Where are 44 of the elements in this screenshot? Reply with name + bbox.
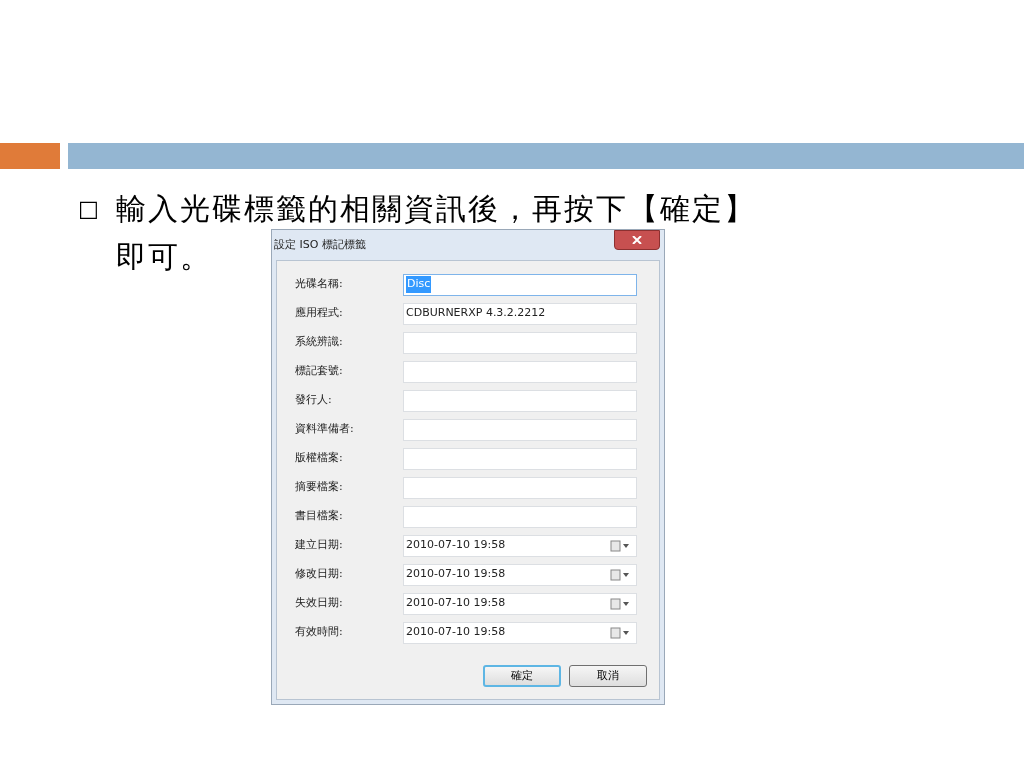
- calendar-dropdown-icon[interactable]: [610, 568, 632, 581]
- close-icon: [632, 236, 642, 244]
- bullet-marker: □: [78, 195, 100, 223]
- bullet-text: 輸入光碟標籤的相關資訊後，再按下【確定】: [116, 190, 756, 228]
- input-field[interactable]: [403, 360, 637, 383]
- input-field[interactable]: [403, 505, 637, 528]
- field-value: 2010-07-10 19:58: [406, 538, 506, 552]
- field-label: 建立日期:: [294, 537, 344, 554]
- input-field[interactable]: [403, 476, 637, 499]
- field-label: 資料準備者:: [294, 421, 355, 438]
- field-value: 2010-07-10 19:58: [406, 567, 506, 581]
- calendar-dropdown-icon[interactable]: [610, 626, 632, 639]
- field-label: 摘要檔案:: [294, 479, 344, 496]
- dialog-button[interactable]: 確定: [483, 665, 561, 687]
- input-field[interactable]: [403, 447, 637, 470]
- field-label: 發行人:: [294, 392, 333, 409]
- dialog-button[interactable]: 取消: [569, 665, 647, 687]
- field-label: 光碟名稱:: [294, 276, 344, 293]
- date-field[interactable]: 2010-07-10 19:58: [403, 534, 637, 557]
- date-field[interactable]: 2010-07-10 19:58: [403, 621, 637, 644]
- field-value: 2010-07-10 19:58: [406, 596, 506, 610]
- field-value: Disc: [406, 276, 432, 293]
- field-label: 應用程式:: [294, 305, 344, 322]
- bullet-text: 即可。: [116, 238, 213, 276]
- field-label: 書目檔案:: [294, 508, 344, 525]
- input-field[interactable]: [403, 331, 637, 354]
- field-label: 修改日期:: [294, 566, 344, 583]
- field-value: 2010-07-10 19:58: [406, 625, 506, 639]
- field-label: 失效日期:: [294, 595, 344, 612]
- date-field[interactable]: 2010-07-10 19:58: [403, 592, 637, 615]
- field-value: CDBURNERXP 4.3.2.2212: [406, 305, 546, 322]
- field-label: 有效時間:: [294, 624, 344, 641]
- field-label: 標記套號:: [294, 363, 344, 380]
- calendar-dropdown-icon[interactable]: [610, 539, 632, 552]
- window-title: 設定 ISO 標記標籤: [274, 236, 367, 253]
- input-field[interactable]: [403, 389, 637, 412]
- date-field[interactable]: 2010-07-10 19:58: [403, 563, 637, 586]
- calendar-dropdown-icon[interactable]: [610, 597, 632, 610]
- close-button[interactable]: [614, 230, 660, 250]
- accent-bar: [0, 143, 60, 169]
- field-label: 系統辨識:: [294, 334, 344, 351]
- input-field[interactable]: [403, 418, 637, 441]
- input-field[interactable]: CDBURNERXP 4.3.2.2212: [403, 302, 637, 325]
- field-label: 版權檔案:: [294, 450, 344, 467]
